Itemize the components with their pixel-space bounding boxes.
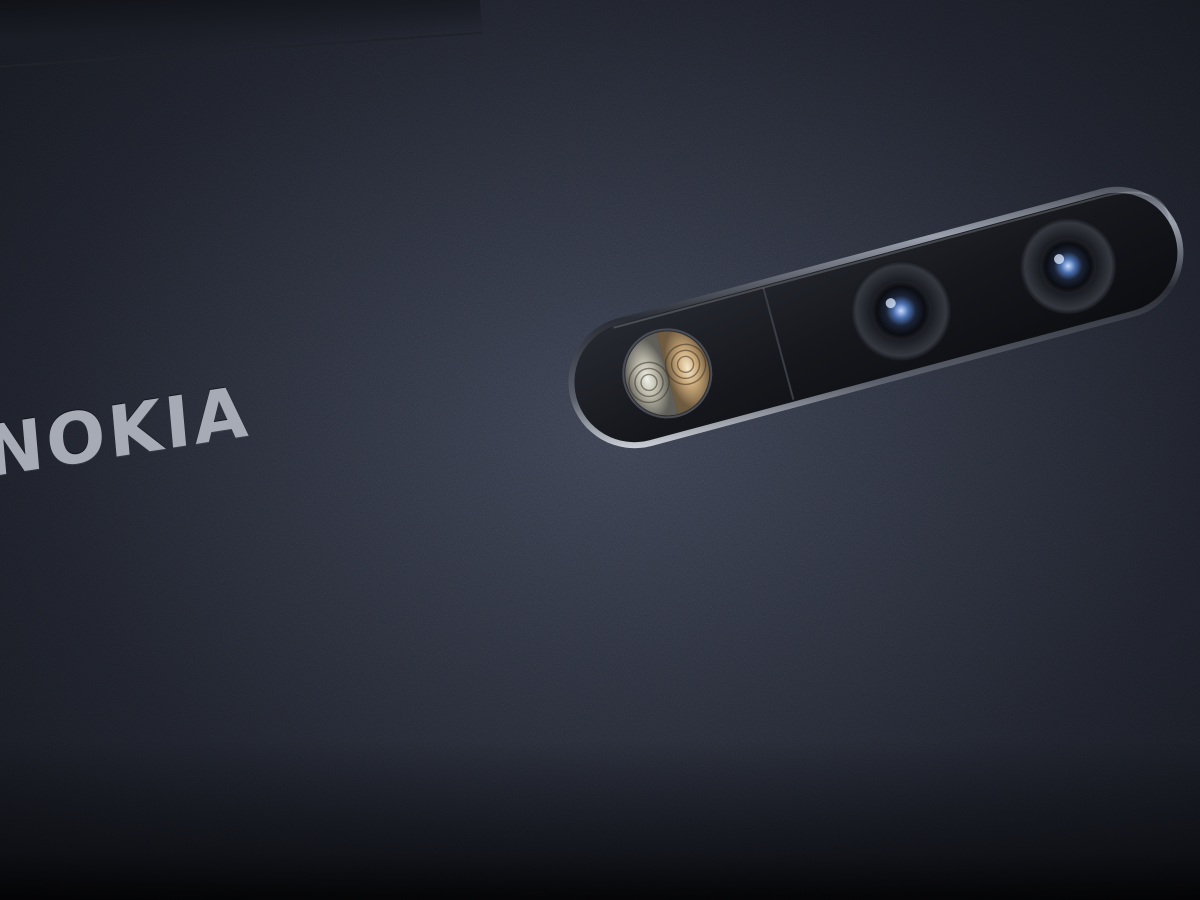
bottom-shadow	[0, 740, 1200, 900]
phone-back-photo: NOKIA	[0, 0, 1200, 900]
